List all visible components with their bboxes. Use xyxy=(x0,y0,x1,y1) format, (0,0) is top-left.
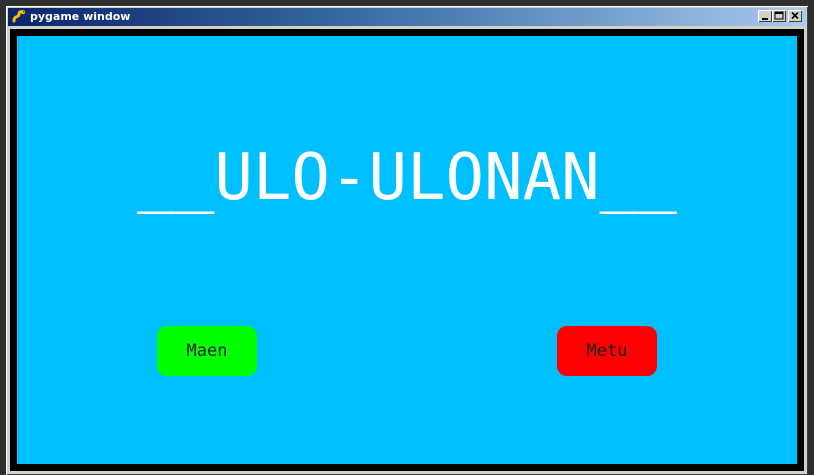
minimize-button[interactable] xyxy=(758,10,772,22)
pygame-snake-icon xyxy=(11,9,27,25)
game-surface[interactable]: __ULO-ULONAN__ Maen Metu xyxy=(17,36,797,464)
maximize-button[interactable] xyxy=(772,10,786,22)
close-icon xyxy=(791,11,799,20)
metu-button[interactable]: Metu xyxy=(557,326,657,376)
window-titlebar[interactable]: pygame window xyxy=(8,8,806,26)
minimize-icon xyxy=(762,18,768,20)
client-area-border: __ULO-ULONAN__ Maen Metu xyxy=(10,29,804,471)
maen-button-label: Maen xyxy=(186,341,228,361)
maen-button[interactable]: Maen xyxy=(157,326,257,376)
game-title: __ULO-ULONAN__ xyxy=(137,141,677,215)
metu-button-label: Metu xyxy=(586,341,628,361)
pygame-window: pygame window __ULO-ULONAN__ Maen Metu xyxy=(6,6,808,475)
close-button[interactable] xyxy=(788,10,802,22)
maximize-icon xyxy=(774,11,784,20)
window-title: pygame window xyxy=(30,10,131,23)
